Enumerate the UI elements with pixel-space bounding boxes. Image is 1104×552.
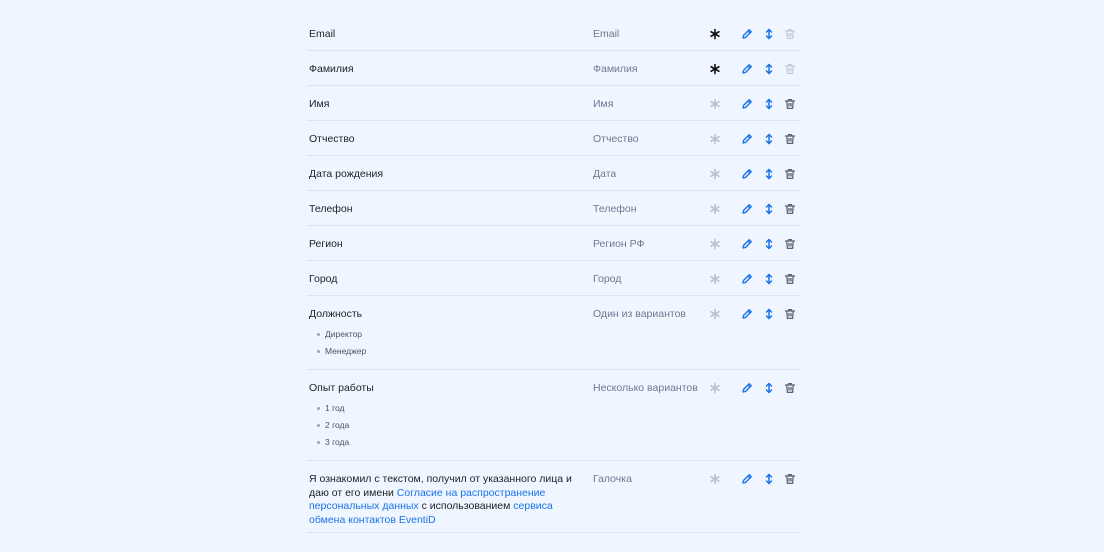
option-item: 2 года bbox=[317, 417, 349, 434]
asterisk-icon[interactable] bbox=[709, 28, 721, 40]
asterisk-icon[interactable] bbox=[709, 98, 721, 110]
field-type: Фамилия bbox=[593, 63, 638, 75]
asterisk-icon[interactable] bbox=[709, 308, 721, 320]
pencil-icon[interactable] bbox=[741, 28, 753, 40]
pencil-icon[interactable] bbox=[741, 133, 753, 145]
field-type: Несколько вариантов bbox=[593, 382, 698, 394]
table-row: Город Город bbox=[307, 261, 801, 296]
asterisk-icon[interactable] bbox=[709, 168, 721, 180]
trash-icon[interactable] bbox=[784, 382, 796, 394]
pencil-icon[interactable] bbox=[741, 473, 753, 485]
trash-icon[interactable] bbox=[784, 133, 796, 145]
field-type: Email bbox=[593, 28, 620, 40]
trash-icon bbox=[784, 28, 796, 40]
up-down-arrow-icon[interactable] bbox=[763, 473, 775, 485]
field-type: Отчество bbox=[593, 133, 639, 145]
trash-icon[interactable] bbox=[784, 203, 796, 215]
field-type: Один из вариантов bbox=[593, 308, 686, 320]
up-down-arrow-icon[interactable] bbox=[763, 382, 775, 394]
up-down-arrow-icon[interactable] bbox=[763, 168, 775, 180]
form-fields-table: Email Email Фамилия Фамилия Имя Имя Отчество От… bbox=[307, 16, 801, 533]
table-row: Телефон Телефон bbox=[307, 191, 801, 226]
up-down-arrow-icon[interactable] bbox=[763, 63, 775, 75]
up-down-arrow-icon[interactable] bbox=[763, 133, 775, 145]
table-row: Регион Регион РФ bbox=[307, 226, 801, 261]
field-label: Город bbox=[309, 273, 338, 285]
trash-icon[interactable] bbox=[784, 308, 796, 320]
option-item: Менеджер bbox=[317, 343, 366, 360]
field-label: Телефон bbox=[309, 203, 353, 215]
trash-icon[interactable] bbox=[784, 98, 796, 110]
table-row: Я ознакомил с текстом, получил от указан… bbox=[307, 461, 801, 533]
trash-icon[interactable] bbox=[784, 473, 796, 485]
trash-icon bbox=[784, 63, 796, 75]
pencil-icon[interactable] bbox=[741, 168, 753, 180]
up-down-arrow-icon[interactable] bbox=[763, 238, 775, 250]
asterisk-icon[interactable] bbox=[709, 133, 721, 145]
field-label: Имя bbox=[309, 98, 330, 110]
asterisk-icon[interactable] bbox=[709, 203, 721, 215]
field-label: Должность bbox=[309, 308, 363, 320]
field-label: Регион bbox=[309, 238, 343, 250]
table-row: Должность Один из вариантов Директор Менедж… bbox=[307, 296, 801, 370]
asterisk-icon[interactable] bbox=[709, 382, 721, 394]
up-down-arrow-icon[interactable] bbox=[763, 273, 775, 285]
pencil-icon[interactable] bbox=[741, 382, 753, 394]
pencil-icon[interactable] bbox=[741, 98, 753, 110]
field-label: Дата рождения bbox=[309, 168, 384, 180]
consent-text-part: с использованием bbox=[418, 500, 514, 512]
asterisk-icon[interactable] bbox=[709, 473, 721, 485]
option-item: 1 год bbox=[317, 400, 349, 417]
asterisk-icon[interactable] bbox=[709, 273, 721, 285]
up-down-arrow-icon[interactable] bbox=[763, 28, 775, 40]
field-type: Телефон bbox=[593, 203, 637, 215]
field-type: Дата bbox=[593, 168, 617, 180]
field-label: Email bbox=[309, 28, 336, 40]
options-list: Директор Менеджер bbox=[317, 326, 366, 360]
trash-icon[interactable] bbox=[784, 238, 796, 250]
trash-icon[interactable] bbox=[784, 273, 796, 285]
table-row: Опыт работы Несколько вариантов 1 год 2 год… bbox=[307, 370, 801, 461]
table-row: Фамилия Фамилия bbox=[307, 51, 801, 86]
pencil-icon[interactable] bbox=[741, 63, 753, 75]
asterisk-icon[interactable] bbox=[709, 238, 721, 250]
up-down-arrow-icon[interactable] bbox=[763, 308, 775, 320]
field-type: Город bbox=[593, 273, 622, 285]
up-down-arrow-icon[interactable] bbox=[763, 203, 775, 215]
option-item: Директор bbox=[317, 326, 366, 343]
field-label: Фамилия bbox=[309, 63, 354, 75]
field-label: Отчество bbox=[309, 133, 355, 145]
up-down-arrow-icon[interactable] bbox=[763, 98, 775, 110]
field-type: Имя bbox=[593, 98, 614, 110]
field-type: Регион РФ bbox=[593, 238, 645, 250]
pencil-icon[interactable] bbox=[741, 238, 753, 250]
table-row: Дата рождения Дата bbox=[307, 156, 801, 191]
pencil-icon[interactable] bbox=[741, 308, 753, 320]
option-item: 3 года bbox=[317, 434, 349, 451]
pencil-icon[interactable] bbox=[741, 273, 753, 285]
field-label: Опыт работы bbox=[309, 382, 374, 394]
table-row: Email Email bbox=[307, 16, 801, 51]
table-row: Имя Имя bbox=[307, 86, 801, 121]
options-list: 1 год 2 года 3 года bbox=[317, 400, 349, 451]
pencil-icon[interactable] bbox=[741, 203, 753, 215]
field-type: Галочка bbox=[593, 473, 632, 485]
asterisk-icon[interactable] bbox=[709, 63, 721, 75]
consent-text: Я ознакомил с текстом, получил от указан… bbox=[309, 473, 579, 527]
table-row: Отчество Отчество bbox=[307, 121, 801, 156]
trash-icon[interactable] bbox=[784, 168, 796, 180]
